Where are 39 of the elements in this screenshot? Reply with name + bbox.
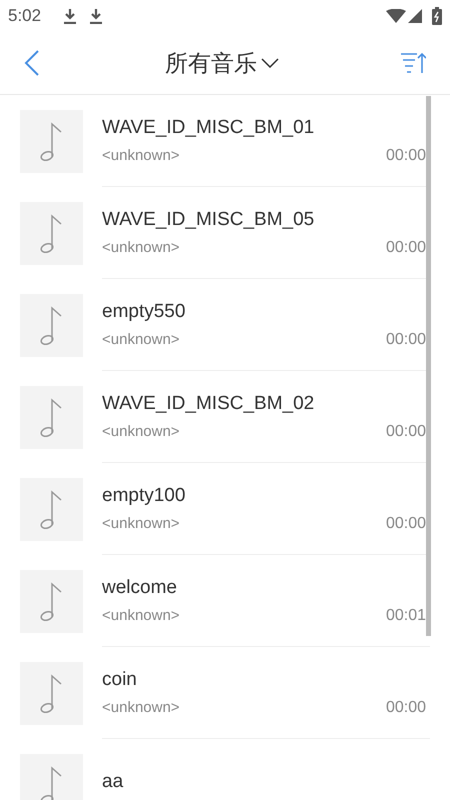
- battery-icon: [432, 7, 442, 25]
- download-icon: [63, 8, 78, 24]
- song-duration: 00:01: [386, 606, 426, 626]
- download-icon: [89, 8, 104, 24]
- song-title[interactable]: WAVE_ID_MISC_BM_01: [102, 116, 426, 140]
- wifi-icon: [386, 9, 406, 23]
- album-art-icon: [20, 478, 83, 540]
- song-duration: 00:00: [386, 698, 426, 718]
- sort-button[interactable]: [400, 51, 426, 75]
- song-artist: <unknown>: [102, 330, 180, 350]
- song-title[interactable]: empty100: [102, 484, 426, 508]
- album-art-icon: [20, 662, 83, 724]
- song-title[interactable]: WAVE_ID_MISC_BM_02: [102, 392, 426, 416]
- album-art-icon: [20, 294, 83, 356]
- album-art-icon: [20, 754, 83, 800]
- song-artist: <unknown>: [102, 146, 180, 166]
- song-artist: <unknown>: [102, 422, 180, 442]
- song-title[interactable]: aa: [102, 770, 426, 794]
- song-artist: <unknown>: [102, 698, 180, 718]
- song-title[interactable]: welcome: [102, 576, 426, 600]
- signal-icon: [408, 9, 422, 23]
- song-artist: <unknown>: [102, 606, 180, 626]
- song-artist: <unknown>: [102, 238, 180, 258]
- chevron-down-icon: [261, 58, 279, 68]
- song-duration: 00:00: [386, 514, 426, 534]
- song-duration: 00:00: [386, 238, 426, 258]
- song-title[interactable]: coin: [102, 668, 426, 692]
- song-artist: <unknown>: [102, 514, 180, 534]
- song-title[interactable]: empty550: [102, 300, 426, 324]
- song-duration: 00:00: [386, 146, 426, 166]
- album-art-icon: [20, 570, 83, 632]
- album-art-icon: [20, 202, 83, 264]
- title-dropdown[interactable]: 所有音乐: [165, 46, 279, 80]
- song-duration: 00:00: [386, 330, 426, 350]
- song-duration: 00:00: [386, 422, 426, 442]
- album-art-icon: [20, 386, 83, 448]
- album-art-icon: [20, 110, 83, 172]
- status-time: 5:02: [8, 5, 42, 28]
- song-title[interactable]: WAVE_ID_MISC_BM_05: [102, 208, 426, 232]
